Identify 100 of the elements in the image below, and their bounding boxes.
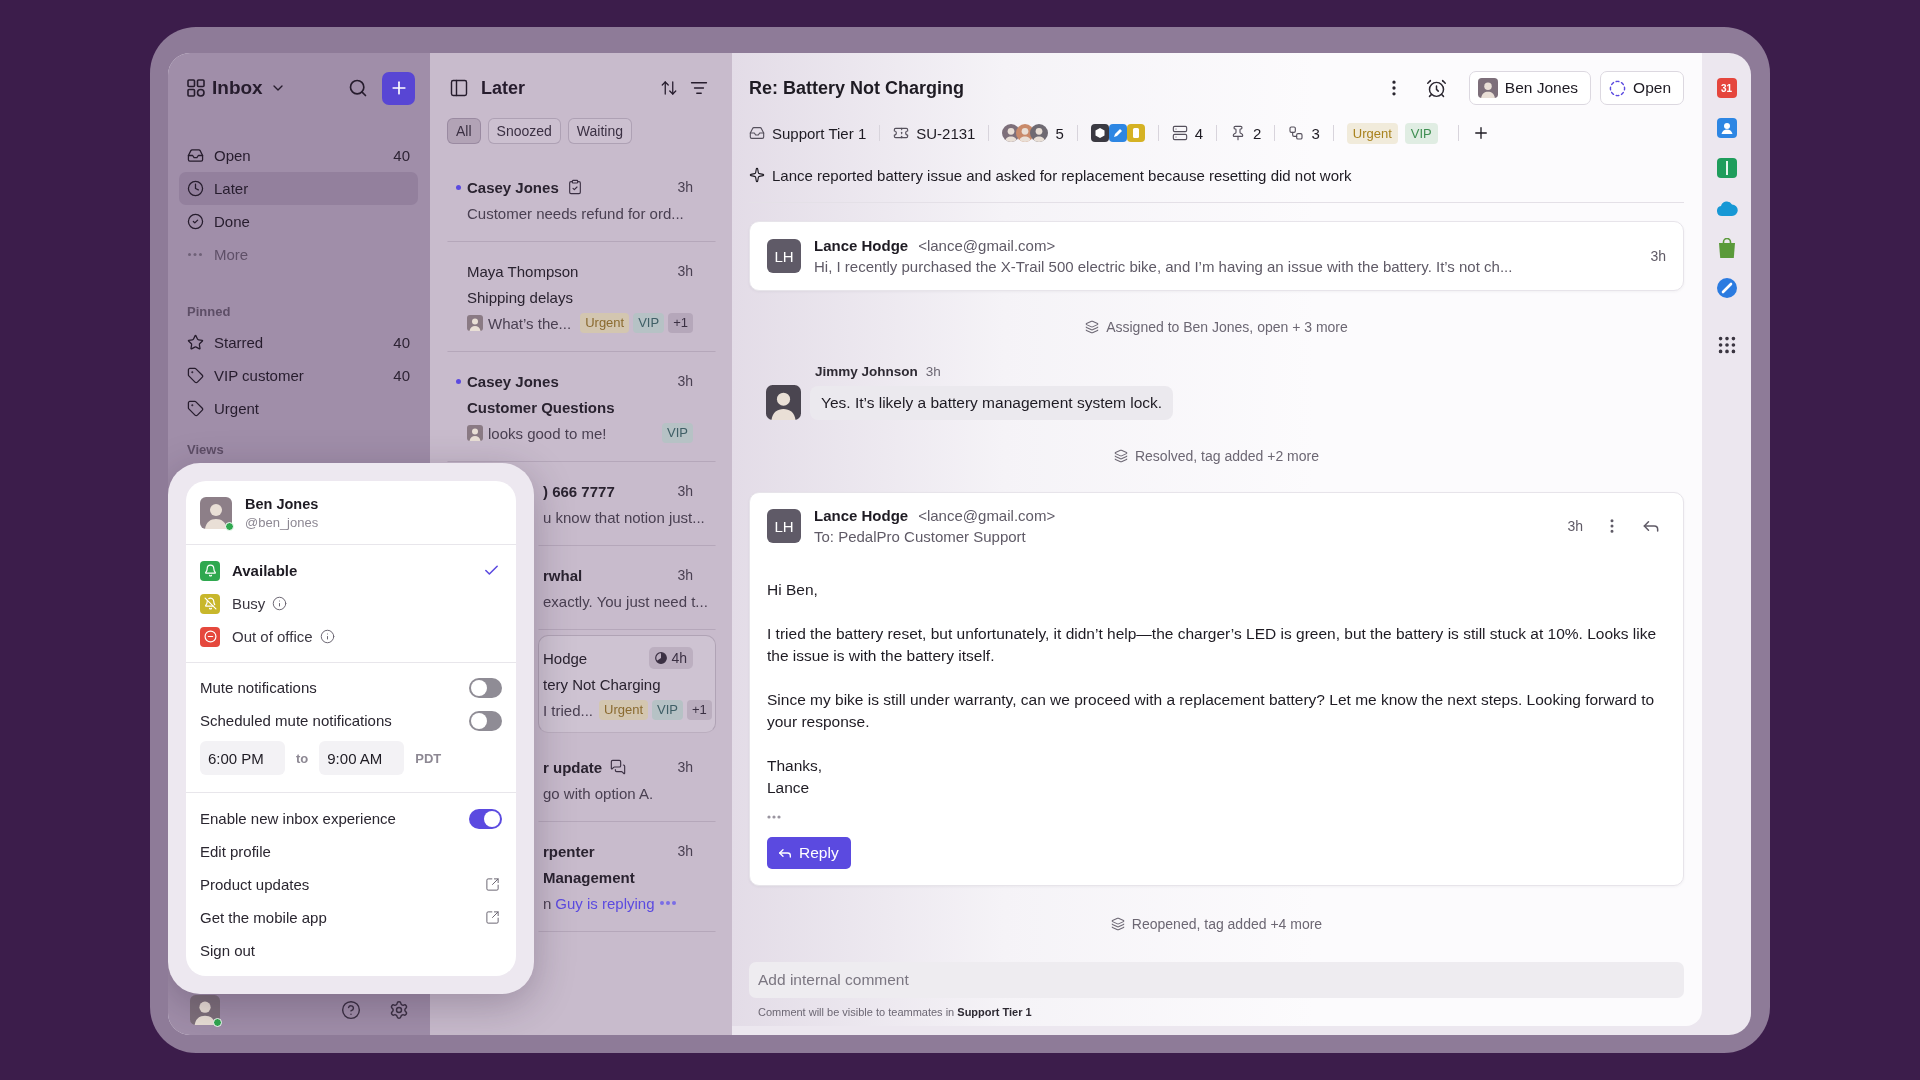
contact-card-icon[interactable] [1716,118,1737,138]
conversation-item[interactable]: Maya Thompson 3h Shipping delays What’s the... Urgent VIP +1 [447,242,716,352]
typing-dots-icon [659,901,676,905]
comment-bubble: Yes. It’s likely a battery management system lock. [810,385,1174,420]
sparkle-icon [749,167,765,183]
avatar-icon [467,425,483,441]
filter-tab[interactable]: Snoozed [487,118,561,144]
status-option[interactable]: Available [186,554,516,587]
preview-text: I tried... [543,701,594,719]
timestamp: 3h [1650,248,1666,264]
preview-text: u know that notion just... [543,508,705,526]
pie-icon [655,652,668,664]
conversation-item[interactable]: Casey Jones 3h Customer Questions looks good to me! VIP [447,352,716,462]
check-circle-icon [187,213,204,230]
help-icon[interactable] [341,1000,361,1020]
nav-item[interactable]: Open 40 [179,139,418,172]
tag-icon [187,400,204,417]
property-label: 3 [1311,124,1320,142]
avatar-icon [467,315,483,331]
conversation-item[interactable]: ) 666 7777 3h u know that notion just... [538,462,716,546]
section-label: Pinned [187,304,232,320]
info-icon [319,629,335,644]
filter-icon[interactable] [690,79,708,97]
nav-item[interactable]: Later [179,172,418,205]
more-tags-count: +1 [668,313,693,333]
star-icon [187,334,204,351]
nav-item[interactable]: Done [179,205,418,238]
more-tags-count: +1 [687,700,712,720]
workflow-icon [1288,125,1305,141]
avatar-icon [1030,124,1049,142]
sidebar-toggle-icon[interactable] [449,78,469,98]
add-button[interactable] [382,71,415,105]
range-separator-text: to [296,750,309,766]
timestamp: 3h [677,483,693,499]
menu-item[interactable]: Sign out [186,934,516,967]
timestamp: 3h [677,759,693,775]
shopping-bag-icon[interactable] [1717,238,1736,258]
conversation-item[interactable]: rwhal 3h exactly. You just need t... [538,546,716,630]
property-label: Support Tier 1 [772,124,867,142]
conversation-item[interactable]: rpenter 3h Management n Guy is replying [538,822,716,932]
status-option[interactable]: Busy [186,587,516,620]
status-button[interactable]: Open [1600,71,1684,105]
email-body-text: Hi Ben, [767,580,819,600]
calendar-icon[interactable]: 31 [1716,78,1737,98]
alarm-clock-icon[interactable] [1425,77,1447,99]
layers-icon [1113,449,1128,463]
visibility-note: Comment will be visible to teammates in Support Tier 1 [757,1006,1033,1020]
list-title: Later [481,77,525,99]
sort-icon[interactable] [660,79,678,97]
slash-circle-icon[interactable] [1716,278,1737,298]
menu-item[interactable]: Product updates [186,868,516,901]
filter-tab[interactable]: All [447,118,481,144]
app-logo-icon [1126,124,1145,142]
timestamp: 3h [677,263,693,279]
tag-label: VIP [1404,122,1438,144]
conversation-item[interactable]: r update 3h go with option A. [538,738,716,822]
subject-text: Customer Questions [467,398,615,416]
assignee-button[interactable]: Ben Jones [1468,71,1592,105]
toggle-switch[interactable] [469,677,502,698]
comment-input[interactable]: Add internal comment [749,962,1684,998]
reply-button[interactable]: Reply [767,837,851,869]
timestamp: 3h [677,373,693,389]
preview-text: go with option A. [543,784,654,802]
ellipsis-icon[interactable] [767,815,781,819]
app-tile-icon[interactable] [1716,158,1737,178]
email-body-text: Since my bike is still under warranty, can we proceed with a replacement battery? Let me know the next steps. Looking forward to your response. [767,690,1656,732]
menu-item[interactable]: Edit profile [186,835,516,868]
contact-name: Casey Jones [467,372,559,390]
contact-name: rpenter [543,842,595,860]
timezone-label: PDT [415,750,442,766]
user-avatar-icon [200,496,232,529]
cloud-icon[interactable] [1715,200,1738,216]
preview-text: looks good to me! [488,424,607,442]
toggle-switch[interactable] [469,710,502,731]
app-logo-icon [1090,124,1109,142]
inbox-switcher[interactable]: Inbox [187,77,286,99]
filter-tab[interactable]: Waiting [567,118,632,144]
settings-icon[interactable] [389,1000,409,1020]
status-option[interactable]: Out of office [186,620,516,653]
email-body-text: Lance [767,778,811,798]
toggle-switch[interactable] [469,808,502,829]
time-field[interactable]: 6:00 PM [200,741,285,775]
conversation-card[interactable]: Hodge 4h tery Not Charging I tried... Urgent VIP +1 [538,635,716,733]
menu-item[interactable]: Get the mobile app [186,901,516,934]
recipient-line: To: PedalPro Customer Support [814,527,1027,547]
email-body-text: Thanks, [767,756,824,776]
time-field[interactable]: 9:00 AM [319,741,405,775]
nav-item[interactable]: VIP customer 40 [179,359,418,392]
subject-text: Shipping delays [467,288,573,306]
preview-text: exactly. You just need t... [543,592,708,610]
subject-text: tery Not Charging [543,675,661,693]
conversation-item[interactable]: Casey Jones 3h Customer needs refund for ord... [447,158,716,242]
nav-item[interactable]: Urgent [179,392,418,425]
contact-name: rwhal [543,566,583,584]
typing-indicator-text: Guy is replying [555,894,655,912]
search-icon[interactable] [348,78,368,98]
timestamp: 3h [677,179,693,195]
email-card[interactable]: LH Lance Hodge <lance@gmail.com> Hi, I recently purchased the X-Trail 500 electric bike, and I’m having an issue with the battery. It’s not ch... 3h [749,221,1684,291]
nav-item[interactable]: Starred 40 [179,326,418,359]
tag-label: VIP [633,313,665,333]
